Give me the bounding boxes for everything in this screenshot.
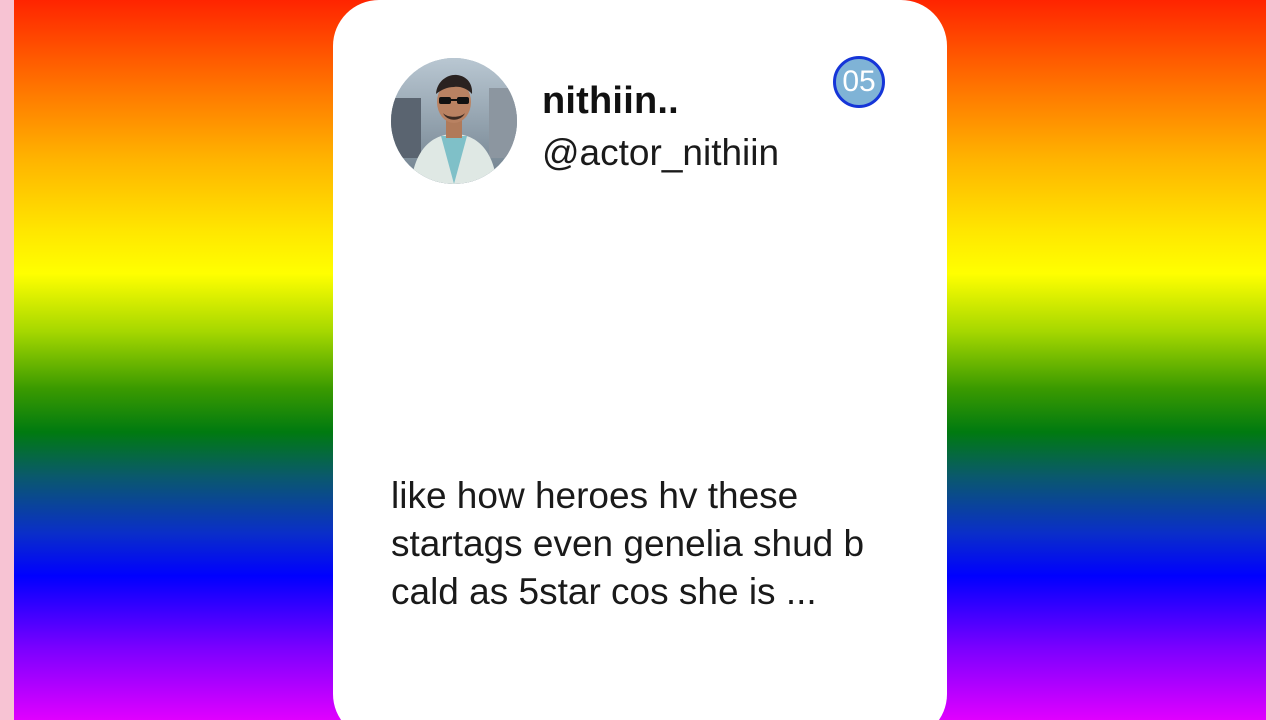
tweet-card[interactable]: nithiin.. @actor_nithiin 05 like how her… — [333, 0, 947, 720]
avatar[interactable] — [391, 58, 517, 184]
user-handle[interactable]: @actor_nithiin — [542, 132, 779, 174]
story-slide: nithiin.. @actor_nithiin 05 like how her… — [0, 0, 1280, 720]
count-badge: 05 — [833, 56, 885, 108]
display-name[interactable]: nithiin.. — [542, 80, 679, 123]
tweet-text: like how heroes hv these startags even g… — [391, 475, 865, 612]
profile-photo-icon — [391, 58, 517, 184]
